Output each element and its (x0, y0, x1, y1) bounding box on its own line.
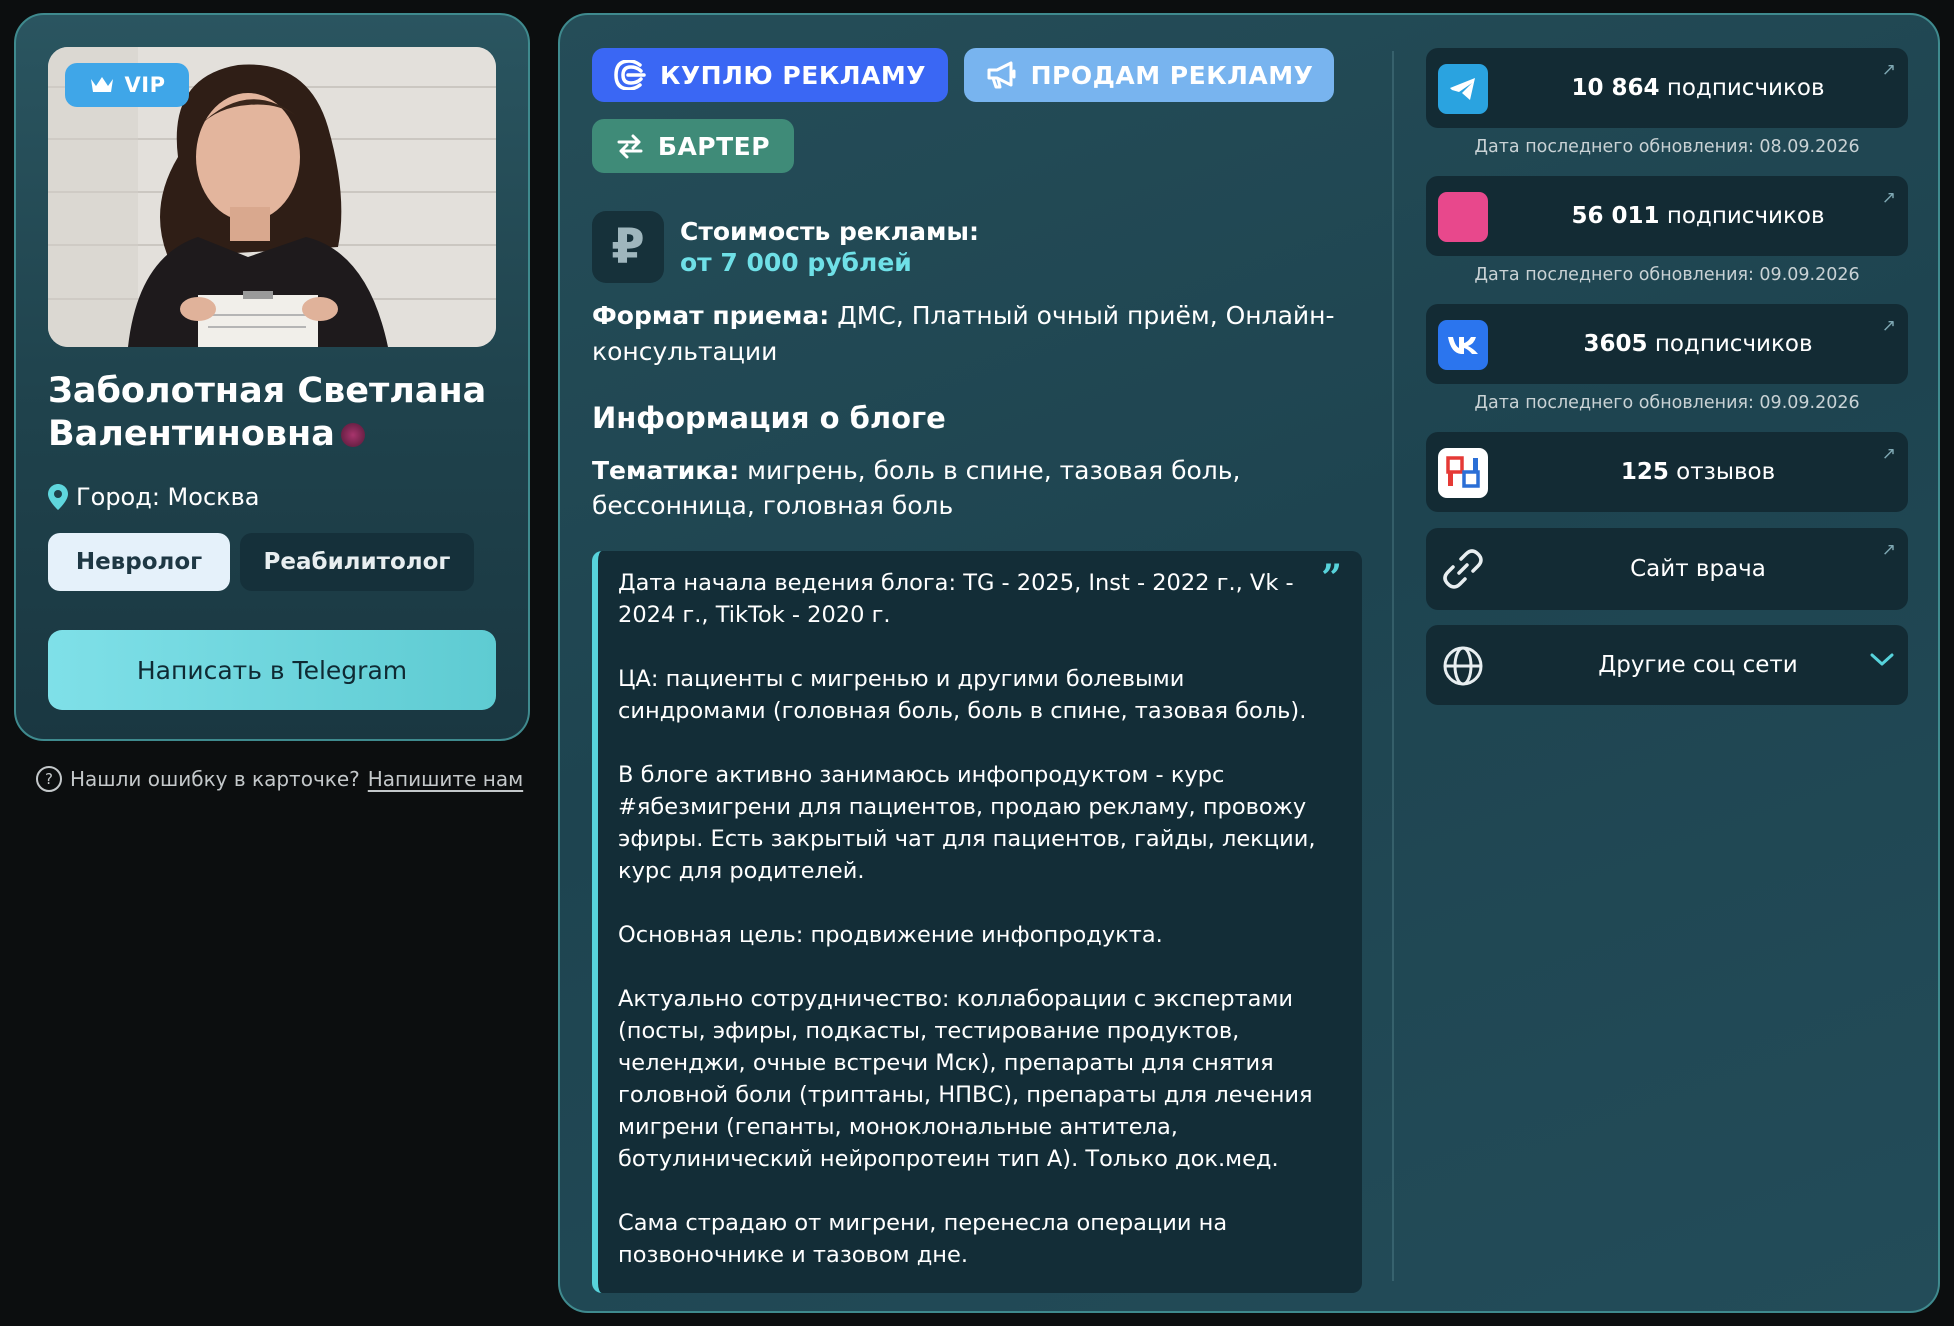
reviews-count: 125 (1620, 459, 1669, 485)
vk-stats-card[interactable]: 3605 подписчиков ↗ (1426, 304, 1908, 384)
crown-icon (90, 77, 113, 92)
blog-paragraph-activity: В блоге активно занимаюсь инфопродуктом … (618, 762, 1316, 884)
specialty-tag-rehabilitologist[interactable]: Реабилитолог (240, 533, 474, 591)
instagram-update-date: Дата последнего обновления: 09.09.2026 (1474, 265, 1860, 285)
doctor-name: Заболотная Светлана Валентиновна (48, 370, 498, 456)
blog-info-heading: Информация о блоге (592, 401, 946, 435)
external-link-icon: ↗ (1881, 188, 1896, 208)
doctor-name-text: Заболотная Светлана Валентиновна (48, 371, 487, 454)
telegram-count: 10 864 (1571, 75, 1660, 101)
ruble-icon: ₽ (592, 211, 664, 283)
telegram-stats-card[interactable]: 10 864 подписчиков ↗ (1426, 48, 1908, 128)
other-socials-dropdown[interactable]: Другие соц сети (1426, 625, 1908, 705)
instagram-unit: подписчиков (1666, 203, 1825, 229)
reviews-stats-card[interactable]: 125 отзывов ↗ (1426, 432, 1908, 512)
specialty-tag-neurologist[interactable]: Невролог (48, 533, 230, 591)
vk-subscribers: 3605 подписчиков (1488, 304, 1908, 384)
other-socials-label: Другие соц сети (1598, 652, 1798, 678)
vk-unit: подписчиков (1654, 331, 1813, 357)
doctor-site-card[interactable]: Сайт врача ↗ (1426, 528, 1908, 610)
city-text: Город: Москва (76, 483, 260, 511)
write-telegram-button[interactable]: Написать в Telegram (48, 630, 496, 710)
instagram-count: 56 011 (1571, 203, 1660, 229)
blog-description: ” Дата начала ведения блога: TG - 2025, … (592, 551, 1362, 1293)
external-link-icon: ↗ (1881, 316, 1896, 336)
main-panel: КУПЛЮ РЕКЛАМУ ПРОДАМ РЕКЛАМУ БАРТЕР ₽ Ст… (558, 13, 1940, 1313)
report-error-link[interactable]: Напишите нам (368, 767, 523, 791)
vk-update-date: Дата последнего обновления: 09.09.2026 (1474, 393, 1860, 413)
buy-ad-label: КУПЛЮ РЕКЛАМУ (659, 60, 927, 90)
instagram-stats-card[interactable]: 56 011 подписчиков ↗ (1426, 176, 1908, 256)
report-error-text: Нашли ошибку в карточке? (70, 767, 360, 791)
blog-paragraph-audience: ЦА: пациенты с мигренью и другими болевы… (618, 666, 1307, 724)
telegram-subscribers: 10 864 подписчиков (1488, 48, 1908, 128)
external-link-icon: ↗ (1881, 444, 1896, 464)
reviews-count-row: 125 отзывов (1488, 432, 1908, 512)
telegram-update-date: Дата последнего обновления: 08.09.2026 (1474, 137, 1860, 157)
doctor-photo: VIP (48, 47, 496, 347)
buy-coin-icon (614, 60, 646, 90)
blog-topic: Тематика: мигрень, боль в спине, тазовая… (592, 453, 1382, 523)
swap-arrows-icon (617, 134, 643, 159)
telegram-icon (1438, 64, 1488, 114)
city-row: Город: Москва (48, 483, 259, 511)
vip-label: VIP (124, 73, 166, 97)
link-icon (1438, 544, 1488, 594)
instagram-icon (1438, 192, 1488, 242)
price-value: от 7 000 рублей (680, 248, 912, 277)
barter-label: БАРТЕР (657, 131, 771, 161)
prodoctorov-icon (1438, 448, 1488, 498)
blog-paragraph-personal: Сама страдаю от мигрени, перенесла опера… (618, 1210, 1228, 1268)
chevron-down-icon (1870, 653, 1894, 666)
globe-icon (1438, 641, 1488, 691)
vk-count: 3605 (1583, 331, 1648, 357)
topic-label: Тематика: (592, 456, 740, 485)
external-link-icon: ↗ (1881, 540, 1896, 560)
profile-card: VIP Заболотная Светлана Валентиновна Гор… (14, 13, 530, 741)
megaphone-icon (987, 61, 1016, 89)
report-error-row: ? Нашли ошибку в карточке? Напишите нам (36, 766, 523, 792)
barter-button[interactable]: БАРТЕР (592, 119, 794, 173)
price-title: Стоимость рекламы: (680, 217, 979, 246)
sell-ad-label: ПРОДАМ РЕКЛАМУ (1030, 60, 1314, 90)
quote-icon: ” (1321, 557, 1342, 599)
telegram-unit: подписчиков (1666, 75, 1825, 101)
external-link-icon: ↗ (1881, 60, 1896, 80)
format-label: Формат приема: (592, 301, 830, 330)
doctor-site-label: Сайт врача (1630, 556, 1766, 582)
location-pin-icon (48, 484, 68, 510)
blog-paragraph-start-date: Дата начала ведения блога: TG - 2025, In… (618, 570, 1294, 628)
blog-paragraph-cooperation: Актуально сотрудничество: коллаборации с… (618, 986, 1313, 1172)
ad-price-block: ₽ Стоимость рекламы: от 7 000 рублей (592, 211, 979, 283)
column-divider (1392, 51, 1394, 1281)
reviews-unit: отзывов (1676, 459, 1776, 485)
vip-badge: VIP (65, 63, 189, 107)
vk-icon (1438, 320, 1488, 370)
buy-ad-button[interactable]: КУПЛЮ РЕКЛАМУ (592, 48, 948, 102)
reception-format: Формат приема: ДМС, Платный очный приём,… (592, 298, 1382, 370)
instagram-subscribers: 56 011 подписчиков (1488, 176, 1908, 256)
question-icon: ? (36, 766, 62, 792)
blog-paragraph-goal: Основная цель: продвижение инфопродукта. (618, 922, 1163, 948)
sell-ad-button[interactable]: ПРОДАМ РЕКЛАМУ (964, 48, 1334, 102)
status-dot-icon (340, 423, 365, 447)
